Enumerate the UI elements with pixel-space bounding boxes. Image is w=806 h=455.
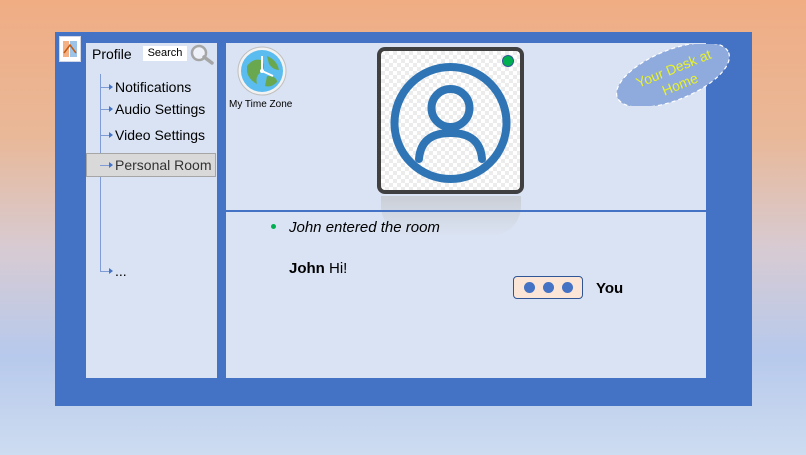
chat-divider [226, 210, 706, 212]
message-text: Hi! [324, 260, 348, 277]
online-status-indicator [502, 55, 514, 67]
sidebar-item-label: ... [115, 263, 127, 279]
video-tile[interactable] [377, 47, 524, 194]
app-icon[interactable] [59, 36, 81, 62]
sidebar-item-video-settings[interactable]: Video Settings [100, 127, 205, 143]
tree-arrow-icon [100, 131, 113, 138]
system-message-bullet [271, 224, 276, 229]
tree-arrow-icon [100, 267, 113, 274]
sidebar-item-audio-settings[interactable]: Audio Settings [100, 101, 205, 117]
sidebar-item-personal-room-row[interactable]: Personal Room [100, 157, 212, 173]
timezone-label: My Time Zone [229, 99, 293, 110]
profile-label[interactable]: Profile [92, 46, 132, 62]
tree-arrow-icon [100, 105, 113, 112]
search-input[interactable]: Search [143, 46, 187, 61]
typing-dot [542, 282, 554, 293]
chat-message: John Hi! [289, 260, 347, 277]
video-surface [381, 51, 520, 190]
message-sender: John [289, 260, 325, 277]
typing-dot [523, 282, 535, 293]
sidebar-item-label: Video Settings [115, 127, 206, 143]
sidebar-item-notifications[interactable]: Notifications [100, 79, 191, 95]
system-message: John entered the room [289, 219, 440, 236]
typing-user-label: You [596, 280, 624, 297]
sidebar-item-label: Notifications [115, 79, 192, 95]
typing-dots-icon [513, 276, 583, 299]
tree-arrow-icon [100, 83, 113, 90]
your-desk-at-home-badge[interactable]: Your Desk at Home [612, 44, 734, 106]
user-avatar-icon [390, 63, 511, 183]
sidebar-item-more[interactable]: ... [100, 263, 127, 279]
sidebar-item-label: Audio Settings [115, 101, 206, 117]
globe-clock-icon[interactable] [237, 46, 287, 96]
sidebar-item-label: Personal Room [115, 157, 212, 173]
search-icon[interactable] [187, 44, 215, 66]
tree-arrow-icon [100, 161, 113, 168]
typing-dot [561, 282, 573, 293]
